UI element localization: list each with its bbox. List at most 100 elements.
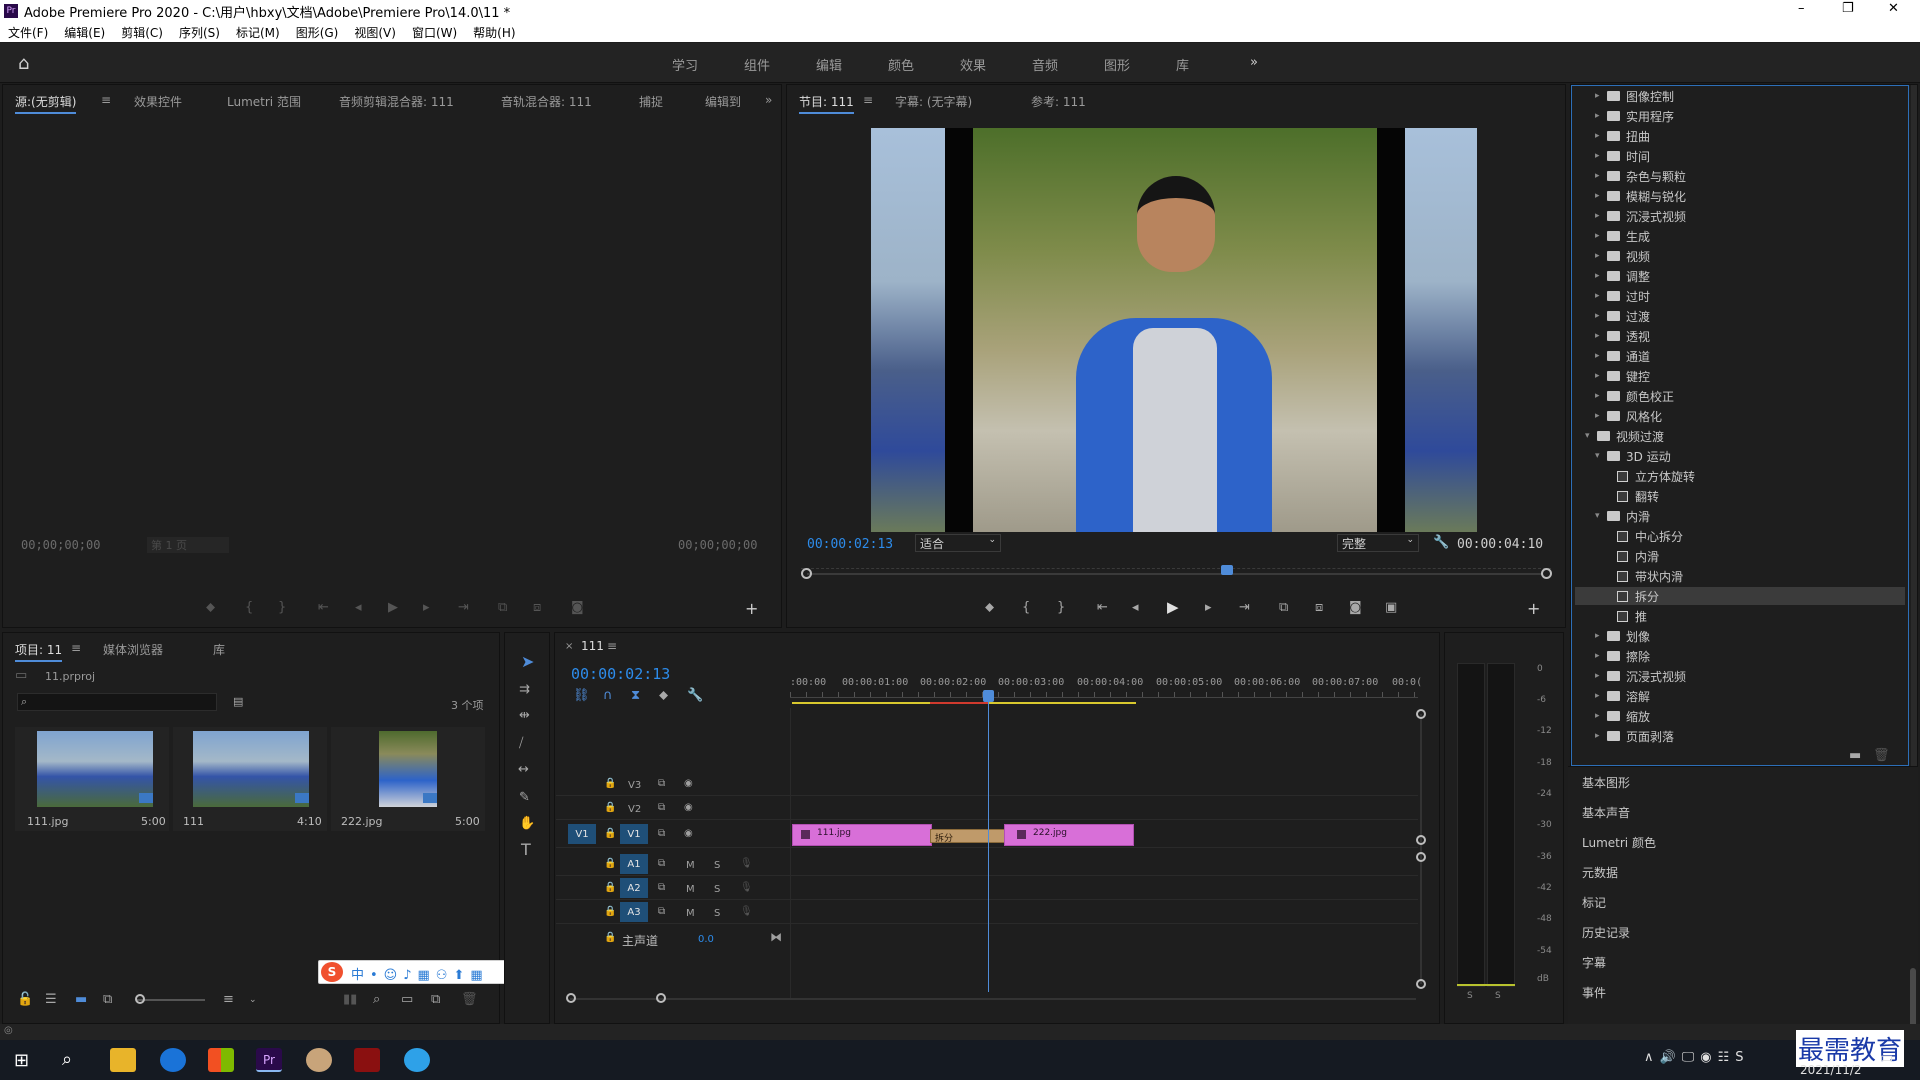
panel-metadata[interactable]: 元数据 bbox=[1582, 864, 1618, 881]
hscroll-left-handle[interactable] bbox=[566, 993, 576, 1003]
close-button[interactable]: ✕ bbox=[1888, 1, 1899, 16]
step-forward-icon[interactable]: ▸ bbox=[1205, 601, 1212, 615]
chevron-right-icon[interactable]: ▸ bbox=[1595, 111, 1607, 121]
mute-button[interactable]: M bbox=[686, 908, 695, 919]
source-add-button-icon[interactable]: + bbox=[745, 601, 758, 617]
lock-icon[interactable]: 🔓 bbox=[17, 993, 33, 1007]
effect-folder[interactable]: ▸ 杂色与颗粒 bbox=[1575, 167, 1905, 185]
scrubber-playhead[interactable] bbox=[1221, 565, 1233, 575]
eye-icon[interactable]: ◉ bbox=[684, 828, 693, 839]
chevron-right-icon[interactable]: ▸ bbox=[1595, 271, 1607, 281]
microphone-icon[interactable]: 🎙 bbox=[740, 858, 753, 869]
workspace-libraries[interactable]: 库 bbox=[1176, 55, 1189, 74]
delete-icon[interactable]: 🗑 bbox=[1873, 749, 1890, 763]
master-volume-value[interactable]: 0.0 bbox=[698, 934, 714, 945]
effect-folder[interactable]: ▾ 视频过渡 bbox=[1575, 427, 1905, 445]
effect-folder[interactable]: ▸ 实用程序 bbox=[1575, 107, 1905, 125]
menu-help[interactable]: 帮助(H) bbox=[465, 24, 523, 41]
fit-dropdown[interactable]: 适合 ⌄ bbox=[915, 534, 1001, 552]
chevron-right-icon[interactable]: ▸ bbox=[1595, 371, 1607, 381]
pen-tool-icon[interactable]: ✎ bbox=[519, 791, 530, 805]
nest-icon[interactable]: ⛓ bbox=[573, 689, 590, 703]
menu-file[interactable]: 文件(F) bbox=[0, 24, 56, 41]
lock-icon[interactable]: 🔒 bbox=[604, 932, 616, 943]
more-workspaces-icon[interactable]: » bbox=[1250, 55, 1258, 70]
more-tabs-icon[interactable]: » bbox=[765, 93, 772, 107]
clip-222-jpg[interactable]: 222.jpg bbox=[1004, 824, 1134, 846]
lock-icon[interactable]: 🔒 bbox=[604, 858, 616, 869]
source-patch-v1[interactable]: V1 bbox=[568, 824, 596, 844]
new-bin-icon[interactable]: ▬ bbox=[1849, 749, 1861, 763]
timeline-vscroll[interactable] bbox=[1420, 714, 1422, 984]
lock-icon[interactable]: 🔒 bbox=[604, 778, 616, 789]
chevron-right-icon[interactable]: ▸ bbox=[1595, 351, 1607, 361]
sync-lock-icon[interactable]: ⧉ bbox=[658, 882, 665, 893]
lock-icon[interactable]: 🔒 bbox=[604, 828, 616, 839]
effect-folder[interactable]: ▸ 模糊与锐化 bbox=[1575, 187, 1905, 205]
search-taskbar-icon[interactable]: ⌕ bbox=[62, 1049, 72, 1070]
eye-icon[interactable]: ◉ bbox=[684, 778, 693, 789]
vscroll-handle[interactable] bbox=[1416, 709, 1426, 719]
panel-markers[interactable]: 标记 bbox=[1582, 894, 1606, 911]
sync-lock-icon[interactable]: ⧉ bbox=[658, 828, 665, 839]
extract-icon[interactable]: ⧈ bbox=[1315, 601, 1323, 615]
menu-window[interactable]: 窗口(W) bbox=[404, 24, 465, 41]
workspace-graphics[interactable]: 图形 bbox=[1104, 55, 1130, 74]
timeline-timecode[interactable]: 00:00:02:13 bbox=[571, 665, 670, 683]
track-select-tool-icon[interactable]: ⇉ bbox=[519, 683, 530, 697]
zoom-slider[interactable] bbox=[137, 999, 205, 1001]
track-target-a1[interactable]: A1 bbox=[620, 854, 648, 874]
sync-lock-icon[interactable]: ⧉ bbox=[658, 858, 665, 869]
quality-dropdown[interactable]: 完整 ⌄ bbox=[1337, 534, 1419, 552]
effect-folder[interactable]: ▸ 过时 bbox=[1575, 287, 1905, 305]
ie-browser-icon[interactable] bbox=[404, 1048, 430, 1072]
scrubber-start-handle[interactable] bbox=[801, 568, 812, 579]
vscroll-handle[interactable] bbox=[1416, 979, 1426, 989]
freeform-view-icon[interactable]: ⧉ bbox=[103, 993, 112, 1007]
new-search-bin-icon[interactable]: ▤ bbox=[233, 695, 243, 709]
ime-toolbar[interactable]: S 中•☺♪▦⚇⬆▦ bbox=[318, 960, 524, 984]
track-target-v1[interactable]: V1 bbox=[620, 824, 648, 844]
effect-item[interactable]: 翻转 bbox=[1575, 487, 1905, 505]
effect-folder[interactable]: ▸ 时间 bbox=[1575, 147, 1905, 165]
menu-edit[interactable]: 编辑(E) bbox=[56, 24, 113, 41]
project-menu-icon[interactable]: ≡ bbox=[71, 641, 81, 655]
new-item-icon[interactable]: ⧉ bbox=[431, 993, 440, 1007]
lock-icon[interactable]: 🔒 bbox=[604, 802, 616, 813]
track-target-a3[interactable]: A3 bbox=[620, 902, 648, 922]
project-search-input[interactable] bbox=[17, 693, 217, 711]
panel-menu-icon[interactable]: ≡ bbox=[101, 93, 111, 107]
minimize-button[interactable]: – bbox=[1798, 1, 1805, 16]
clear-icon[interactable]: 🗑 bbox=[461, 993, 478, 1007]
source-page-dropdown[interactable]: 第 1 页 bbox=[147, 537, 229, 553]
workspace-audio[interactable]: 音频 bbox=[1032, 55, 1058, 74]
notification-icon[interactable]: ▭ bbox=[1880, 1050, 1893, 1066]
windows-start-icon[interactable]: ⊞ bbox=[14, 1050, 29, 1071]
chevron-down-icon[interactable]: ▾ bbox=[1595, 511, 1607, 521]
timeline-hscroll[interactable] bbox=[570, 998, 1416, 1000]
transition-split[interactable]: 拆分 bbox=[930, 829, 1006, 844]
tab-program[interactable]: 节目: 111 bbox=[799, 93, 854, 114]
effect-folder[interactable]: ▸ 擦除 bbox=[1575, 647, 1905, 665]
store-app-icon[interactable] bbox=[208, 1048, 234, 1072]
new-bin-folder-icon[interactable]: ▭ bbox=[401, 993, 413, 1007]
source-goto-in-icon[interactable]: ⇤ bbox=[318, 601, 329, 615]
menu-graphics[interactable]: 图形(G) bbox=[288, 24, 347, 41]
effect-folder[interactable]: ▸ 缩放 bbox=[1575, 707, 1905, 725]
tab-capture[interactable]: 捕捉 bbox=[639, 93, 663, 110]
linked-selection-icon[interactable]: ⧗ bbox=[631, 689, 640, 703]
lift-icon[interactable]: ⧉ bbox=[1279, 601, 1288, 615]
program-video-frame[interactable] bbox=[871, 128, 1477, 532]
side-scrollbar-thumb[interactable] bbox=[1910, 968, 1916, 1028]
effect-folder[interactable]: ▸ 调整 bbox=[1575, 267, 1905, 285]
effect-item[interactable]: 中心拆分 bbox=[1575, 527, 1905, 545]
ripple-edit-tool-icon[interactable]: ⇹ bbox=[519, 709, 530, 723]
effect-folder[interactable]: ▸ 溶解 bbox=[1575, 687, 1905, 705]
chevron-down-icon[interactable]: ▾ bbox=[1595, 451, 1607, 461]
flash-app-icon[interactable] bbox=[354, 1048, 380, 1072]
add-marker-icon[interactable]: ⬥ bbox=[985, 601, 994, 615]
tab-media-browser[interactable]: 媒体浏览器 bbox=[103, 641, 163, 658]
effect-folder[interactable]: ▸ 生成 bbox=[1575, 227, 1905, 245]
hscroll-right-handle[interactable] bbox=[656, 993, 666, 1003]
tab-project[interactable]: 项目: 11 bbox=[15, 641, 63, 662]
